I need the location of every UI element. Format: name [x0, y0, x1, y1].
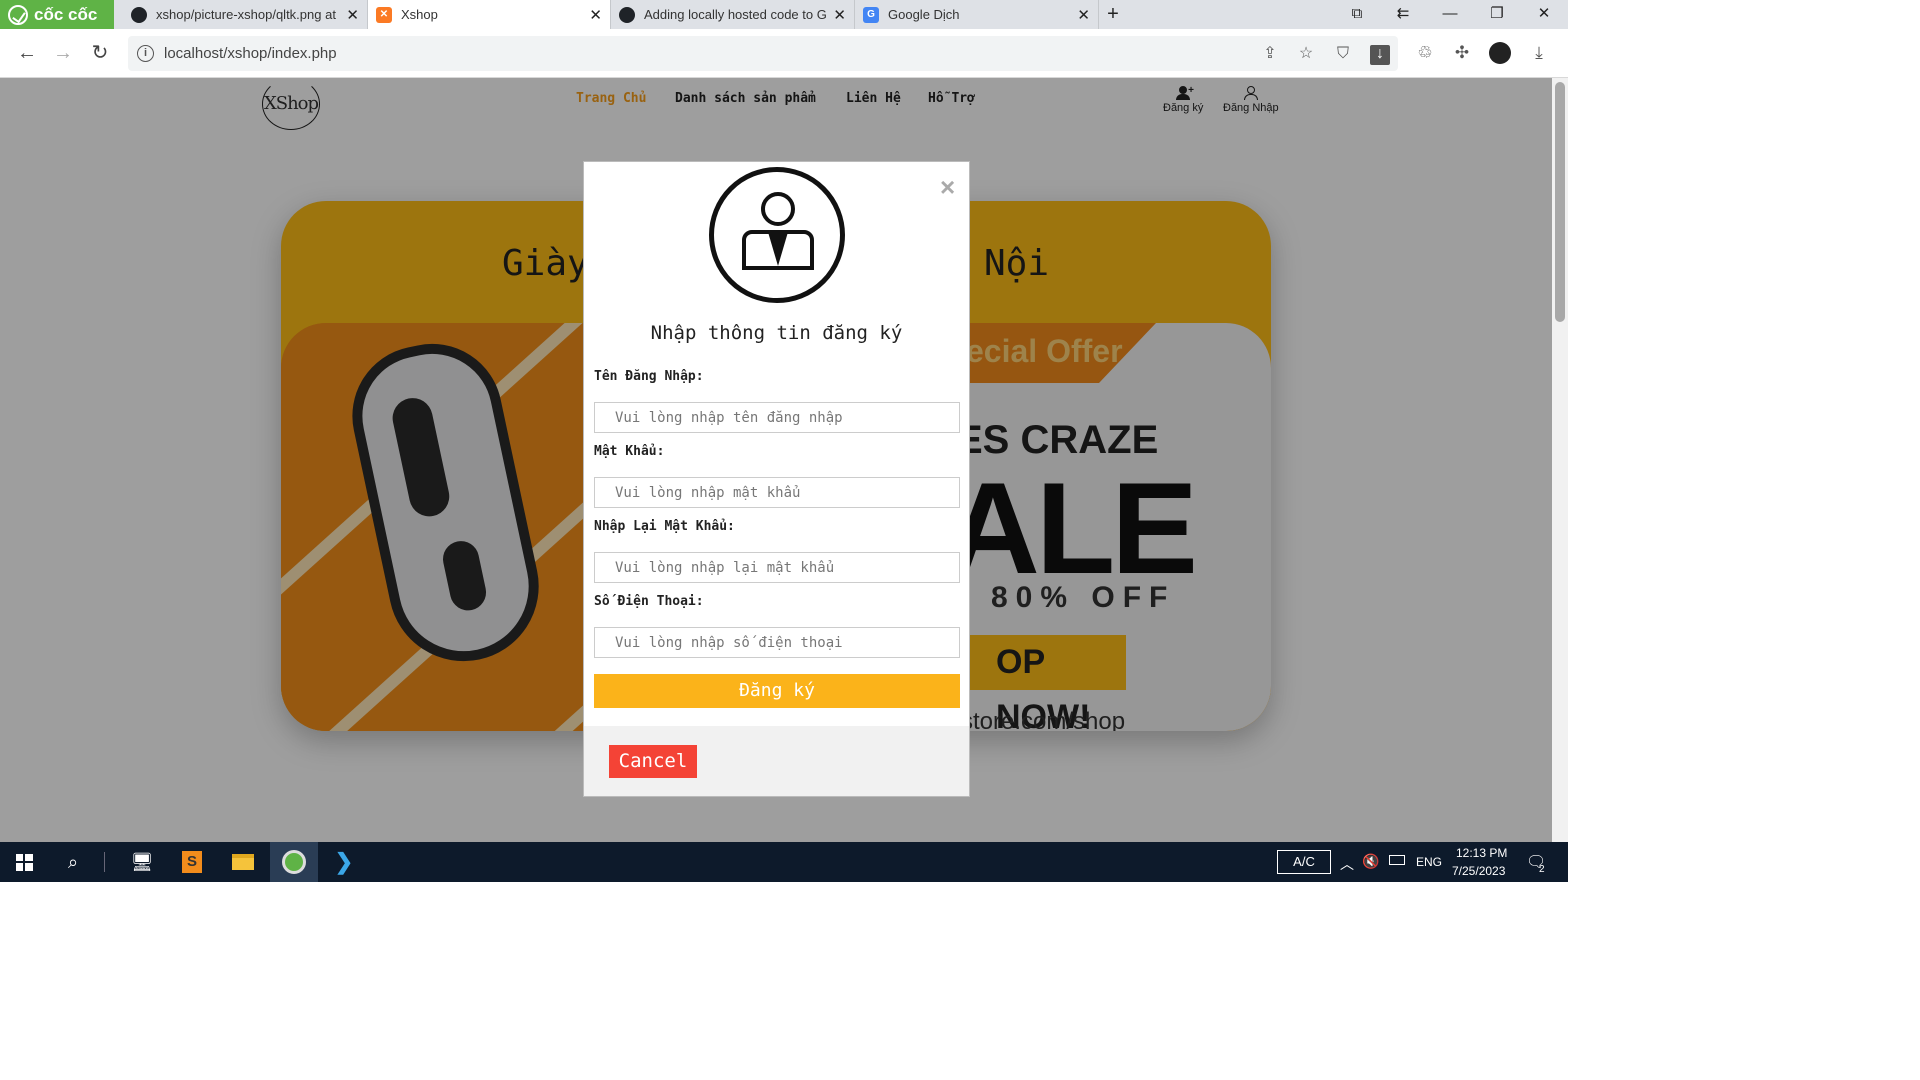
restore-button[interactable]: ❐ [1474, 0, 1520, 29]
tab-github-adding-code[interactable]: Adding locally hosted code to Git ✕ [611, 0, 855, 29]
profile-avatar[interactable] [1489, 42, 1511, 64]
phone-label: Số Điện Thoại: [594, 594, 704, 609]
extensions-icon[interactable]: ✣ [1451, 42, 1473, 64]
confirm-password-label: Nhập Lại Mật Khẩu: [594, 519, 735, 534]
tab-google-translate[interactable]: G Google Dịch ✕ [855, 0, 1099, 29]
shield-icon[interactable]: ⛉ [1333, 45, 1353, 65]
back-button[interactable]: ← [13, 39, 41, 67]
volume-muted-icon[interactable]: 🔇 [1362, 853, 1379, 870]
page-viewport: XShop Trang Chủ Danh sách sản phẩm Liên … [0, 78, 1552, 842]
username-label: Tên Đăng Nhập: [594, 369, 704, 384]
search-icon[interactable]: ⌕ [49, 842, 97, 882]
scrollbar-thumb[interactable] [1555, 82, 1565, 322]
google-translate-icon: G [863, 6, 879, 23]
close-tab-icon[interactable]: ✕ [589, 6, 602, 24]
tab-title: Google Dịch [888, 7, 960, 22]
download-page-icon[interactable]: ↓ [1370, 45, 1390, 65]
password-label: Mật Khẩu: [594, 444, 665, 459]
password-input[interactable] [594, 477, 960, 508]
phone-input[interactable] [594, 627, 960, 658]
modal-footer: Cancel [584, 726, 969, 796]
coccoc-menu-button[interactable]: cốc cốc [0, 0, 114, 29]
windows-taskbar: ⌕ 🖥 S ❯ A/C ︿ 🔇 ENG 12:13 PM 7/25/2023 🗨… [0, 842, 1568, 882]
recycle-icon[interactable]: ♲ [1414, 42, 1436, 64]
tab-strip: cốc cốc xshop/picture-xshop/qltk.png at … [0, 0, 1568, 29]
ime-indicator[interactable]: A/C [1277, 850, 1331, 874]
github-icon [131, 6, 147, 23]
sublime-text-icon[interactable]: S [168, 842, 216, 882]
close-tab-icon[interactable]: ✕ [833, 6, 846, 24]
coccoc-logo-icon [8, 4, 28, 25]
xampp-icon: ✕ [376, 6, 392, 23]
browser-brand: cốc cốc [34, 4, 98, 24]
show-hidden-icons-chevron-icon[interactable]: ︿ [1340, 854, 1354, 874]
site-info-icon[interactable]: i [137, 45, 154, 62]
cancel-button[interactable]: Cancel [609, 745, 697, 778]
forward-button[interactable]: → [49, 39, 77, 67]
bookmark-star-icon[interactable]: ☆ [1296, 45, 1316, 65]
clock-time[interactable]: 12:13 PM [1456, 846, 1507, 860]
notification-count: 2 [1539, 864, 1545, 875]
tab-title: Adding locally hosted code to Git [644, 7, 828, 22]
clock-date[interactable]: 7/25/2023 [1452, 864, 1505, 878]
tab-history-icon[interactable]: ⇇ [1380, 0, 1426, 29]
close-window-button[interactable]: ✕ [1521, 0, 1567, 29]
file-explorer-icon[interactable] [219, 842, 267, 882]
url-text[interactable]: localhost/xshop/index.php [164, 45, 337, 62]
battery-icon[interactable] [1389, 855, 1405, 865]
modal-title: Nhập thông tin đăng ký [650, 322, 903, 344]
tab-title: Xshop [401, 7, 438, 22]
tab-title: xshop/picture-xshop/qltk.png at r [156, 7, 341, 22]
minimize-button[interactable]: — [1427, 0, 1473, 29]
downloads-icon[interactable]: ⤓ [1528, 42, 1550, 64]
vscode-icon[interactable]: ❯ [320, 842, 368, 882]
user-avatar-icon [709, 167, 845, 303]
windows-logo-icon [15, 853, 33, 871]
toolbar: ← → ↻ i localhost/xshop/index.php ⇪ ☆ ⛉ … [0, 29, 1568, 78]
page-scrollbar[interactable] [1552, 78, 1568, 842]
search-tabs-icon[interactable]: ⧉ [1334, 0, 1380, 29]
close-tab-icon[interactable]: ✕ [1077, 6, 1090, 24]
share-icon[interactable]: ⇪ [1260, 45, 1280, 65]
new-tab-button[interactable]: + [1101, 3, 1125, 26]
username-input[interactable] [594, 402, 960, 433]
coccoc-browser-icon[interactable] [270, 842, 318, 882]
address-bar[interactable]: i localhost/xshop/index.php ⇪ ☆ ⛉ ↓ [128, 36, 1398, 71]
github-icon [619, 6, 635, 23]
register-modal: × Nhập thông tin đăng ký Tên Đăng Nhập: … [583, 161, 970, 797]
tab-xshop[interactable]: ✕ Xshop ✕ [368, 0, 611, 29]
taskbar-separator [104, 852, 105, 872]
this-pc-icon[interactable]: 🖥 [118, 842, 166, 882]
close-icon[interactable]: × [940, 174, 955, 200]
reload-button[interactable]: ↻ [86, 39, 114, 67]
register-submit-button[interactable]: Đăng ký [594, 674, 960, 708]
close-tab-icon[interactable]: ✕ [346, 6, 359, 24]
confirm-password-input[interactable] [594, 552, 960, 583]
tab-github-qltk[interactable]: xshop/picture-xshop/qltk.png at r ✕ [123, 0, 368, 29]
language-indicator[interactable]: ENG [1416, 855, 1442, 869]
start-button[interactable] [0, 842, 48, 882]
